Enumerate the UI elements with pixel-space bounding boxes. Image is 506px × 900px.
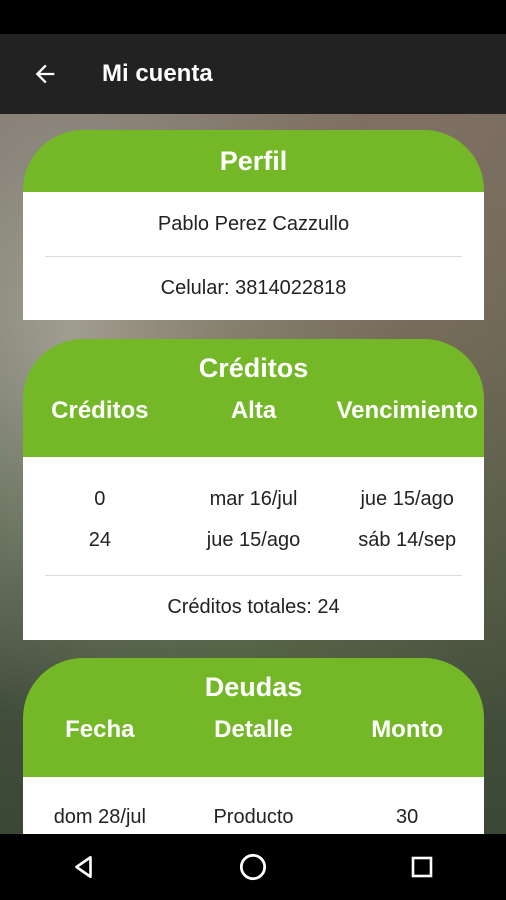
profile-title: Perfil [219, 145, 288, 176]
navigation-bar [0, 834, 506, 900]
column-header-vencimiento: Vencimiento [336, 397, 478, 424]
debts-column-headers: Fecha Detalle Monto [23, 716, 484, 744]
debt-row: dom 28/jul Producto 30 [23, 797, 484, 834]
debts-title: Deudas [204, 672, 303, 702]
credit-vencimiento: sáb 14/sep [358, 529, 457, 551]
debts-card-header: Deudas Fecha Detalle Monto [23, 658, 484, 777]
profile-card: Perfil Pablo Perez Cazzullo Celular: 381… [23, 130, 484, 320]
credit-alta: mar 16/jul [209, 488, 298, 510]
page-title: Mi cuenta [102, 60, 213, 87]
credits-card: Créditos Créditos Alta Vencimiento 0 mar… [23, 339, 484, 640]
status-bar [0, 0, 506, 34]
back-button[interactable] [0, 34, 90, 114]
debt-amount: 30 [396, 805, 419, 828]
profile-card-header: Perfil [23, 130, 484, 192]
credit-vencimiento: jue 15/ago [360, 488, 454, 510]
column-header-monto: Monto [371, 716, 444, 743]
credits-column-headers: Créditos Alta Vencimiento [23, 397, 484, 425]
circle-home-icon [239, 853, 267, 881]
profile-phone: Celular: 3814022818 [160, 277, 347, 299]
account-content[interactable]: Perfil Pablo Perez Cazzullo Celular: 381… [0, 114, 506, 834]
nav-home-button[interactable] [223, 837, 283, 897]
credit-row: 24 jue 15/ago sáb 14/sep [23, 520, 484, 561]
credit-amount: 24 [88, 529, 111, 551]
column-header-alta: Alta [230, 397, 277, 424]
column-header-credits: Créditos [51, 397, 149, 424]
credit-alta: jue 15/ago [206, 529, 301, 551]
credit-row: 0 mar 16/jul jue 15/ago [23, 479, 484, 520]
credits-title: Créditos [198, 353, 309, 383]
debts-card-body: dom 28/jul Producto 30 [23, 777, 484, 834]
nav-recents-button[interactable] [392, 837, 452, 897]
credits-card-body: 0 mar 16/jul jue 15/ago 24 jue 15/ago sá… [23, 457, 484, 640]
debt-detail: Producto [213, 805, 294, 828]
nav-back-button[interactable] [54, 837, 114, 897]
app-bar: Mi cuenta [0, 34, 506, 114]
column-header-detalle: Detalle [214, 716, 293, 743]
profile-card-body: Pablo Perez Cazzullo Celular: 3814022818 [23, 192, 484, 320]
arrow-left-icon [35, 64, 55, 84]
debt-date: dom 28/jul [53, 805, 146, 828]
column-header-fecha: Fecha [65, 716, 135, 743]
debts-card: Deudas Fecha Detalle Monto dom 28/jul Pr… [23, 658, 484, 834]
credit-amount: 0 [94, 488, 106, 510]
credits-total: Créditos totales: 24 [167, 596, 340, 618]
triangle-back-icon [75, 855, 93, 879]
credits-card-header: Créditos Créditos Alta Vencimiento [23, 339, 484, 457]
profile-name: Pablo Perez Cazzullo [157, 212, 350, 235]
square-recents-icon [411, 856, 432, 878]
